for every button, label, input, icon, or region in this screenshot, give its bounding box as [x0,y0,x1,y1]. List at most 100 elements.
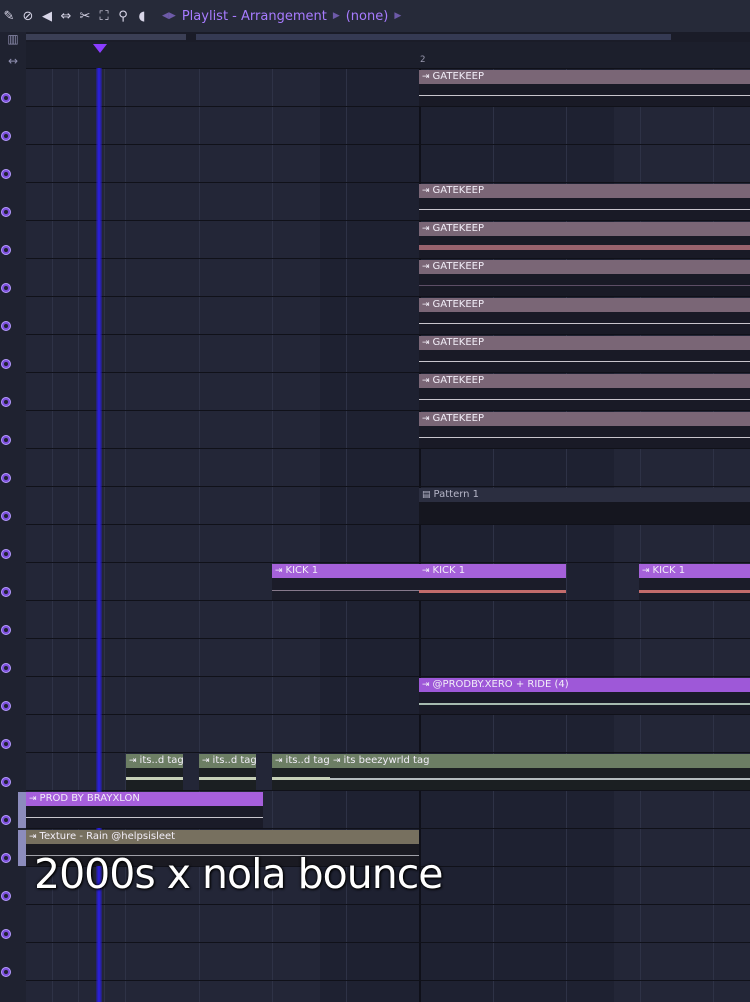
track-mute-button[interactable] [1,473,11,483]
track-mute-button[interactable] [1,169,11,179]
clip-header[interactable]: ⇥ GATEKEEP [419,336,750,350]
audio-clip-icon: ⇥ [422,566,430,576]
track-divider [26,600,750,601]
track-mute-button[interactable] [1,511,11,521]
resize-horizontal-icon[interactable]: ↔ [4,54,22,70]
track-mute-button[interactable] [1,93,11,103]
track-mute-button[interactable] [1,891,11,901]
ride-clip[interactable]: ⇥ @PRODBY.XERO + RIDE (4) [419,678,750,714]
timeline-ruler[interactable]: 2 [26,42,750,69]
mute-disable-icon[interactable]: ⊘ [21,9,35,24]
track-mute-button[interactable] [1,587,11,597]
clip-header[interactable]: ⇥ GATEKEEP [419,412,750,426]
track-mute-button[interactable] [1,853,11,863]
clip-header[interactable]: ⇥ GATEKEEP [419,70,750,84]
mute-icon[interactable]: ◀ [40,9,54,24]
tag-clip[interactable]: ⇥ its..d tag [199,754,256,790]
track-mute-button[interactable] [1,245,11,255]
clip-header[interactable]: ⇥ GATEKEEP [419,260,750,274]
track-mute-button[interactable] [1,131,11,141]
clip-header[interactable]: ⇥ @PRODBY.XERO + RIDE (4) [419,678,750,692]
kick-clip[interactable]: ⇥ KICK 1 [419,564,566,600]
pattern-clip[interactable]: ▤ Pattern 1 [419,488,750,524]
track-mute-button[interactable] [1,777,11,787]
gatekeep-clip[interactable]: ⇥ GATEKEEP [419,260,750,296]
clip-label: its..d tag [212,755,256,766]
piano-icon[interactable]: ▥ [4,32,22,48]
pattern-icon: ▤ [422,490,431,500]
track-mute-button[interactable] [1,815,11,825]
clip-waveform [199,768,256,790]
track-mute-button[interactable] [1,929,11,939]
bar-number: 2 [420,55,426,65]
clip-header[interactable]: ⇥ GATEKEEP [419,374,750,388]
gatekeep-clip[interactable]: ⇥ GATEKEEP [419,336,750,372]
track-mute-button[interactable] [1,625,11,635]
track-divider [26,790,750,791]
track-mute-button[interactable] [1,435,11,445]
track-mute-button[interactable] [1,321,11,331]
clip-waveform [419,578,566,600]
clip-header[interactable]: ⇥ KICK 1 [272,564,419,578]
clip-header[interactable]: ⇥ its..d tag [199,754,256,768]
playback-icon[interactable]: ◖ [135,9,149,24]
track-divider [26,448,750,449]
clip-waveform [419,388,750,410]
clip-waveform [330,768,750,790]
clip-waveform [272,578,419,600]
song-overview-scrollbar[interactable] [26,32,750,42]
clip-header[interactable]: ⇥ Texture - Rain @helpsisleet [26,830,419,844]
track-mute-button[interactable] [1,739,11,749]
track-selection-indicator [18,792,26,828]
track-mute-button[interactable] [1,359,11,369]
clip-header[interactable]: ⇥ GATEKEEP [419,222,750,236]
clip-header[interactable]: ⇥ its..d tag [126,754,183,768]
clip-header[interactable]: ▤ Pattern 1 [419,488,750,502]
track-mute-button[interactable] [1,283,11,293]
track-divider [26,258,750,259]
gatekeep-clip[interactable]: ⇥ GATEKEEP [419,70,750,106]
tag-clip[interactable]: ⇥ its..d tag [126,754,183,790]
clip-header[interactable]: ⇥ GATEKEEP [419,184,750,198]
track-mute-button[interactable] [1,549,11,559]
audio-clip-icon: ⇥ [129,756,137,766]
gatekeep-clip[interactable]: ⇥ GATEKEEP [419,298,750,334]
clip-label: GATEKEEP [432,337,485,348]
playhead-marker[interactable] [93,44,107,53]
kick-clip[interactable]: ⇥ KICK 1 [639,564,750,600]
clip-waveform [419,692,750,714]
playlist-toolbar: ✎ ⊘ ◀ ⇔ ✂ ⛶ ⚲ ◖ ◀▶ Playlist - Arrangemen… [0,0,750,32]
pattern-selector[interactable]: (none) [346,9,389,24]
tag-clip[interactable]: ⇥ its..d tag [272,754,330,790]
clip-header[interactable]: ⇥ GATEKEEP [419,298,750,312]
audio-clip-icon: ⇥ [422,376,430,386]
track-mute-button[interactable] [1,701,11,711]
slice-icon[interactable]: ✂ [78,9,92,24]
track-mute-button[interactable] [1,397,11,407]
clip-header[interactable]: ⇥ PROD BY BRAYXLON [26,792,263,806]
window-menu-icon[interactable]: ◀▶ [162,11,176,21]
track-mute-button[interactable] [1,967,11,977]
select-icon[interactable]: ⛶ [97,9,111,24]
clip-waveform [419,198,750,220]
window-title: Playlist - Arrangement [181,8,327,24]
track-mute-button[interactable] [1,207,11,217]
tag-clip[interactable]: ⇥ its beezywrld tag [330,754,750,790]
gatekeep-clip[interactable]: ⇥ GATEKEEP [419,412,750,448]
slip-icon[interactable]: ⇔ [59,9,73,24]
gatekeep-clip[interactable]: ⇥ GATEKEEP [419,374,750,410]
gatekeep-clip[interactable]: ⇥ GATEKEEP [419,222,750,258]
window-title-bar[interactable]: ◀▶ Playlist - Arrangement ▶ (none) ▶ [162,9,401,24]
track-mute-button[interactable] [1,663,11,673]
prod-tag-clip[interactable]: ⇥ PROD BY BRAYXLON [26,792,263,828]
zoom-icon[interactable]: ⚲ [116,9,130,24]
clip-header[interactable]: ⇥ its..d tag [272,754,330,768]
clip-header[interactable]: ⇥ KICK 1 [419,564,566,578]
audio-clip-icon: ⇥ [29,832,37,842]
clip-header[interactable]: ⇥ KICK 1 [639,564,750,578]
clip-header[interactable]: ⇥ its beezywrld tag [330,754,750,768]
draw-icon[interactable]: ✎ [2,9,16,24]
gatekeep-clip[interactable]: ⇥ GATEKEEP [419,184,750,220]
kick-clip[interactable]: ⇥ KICK 1 [272,564,419,600]
clip-waveform [419,274,750,296]
